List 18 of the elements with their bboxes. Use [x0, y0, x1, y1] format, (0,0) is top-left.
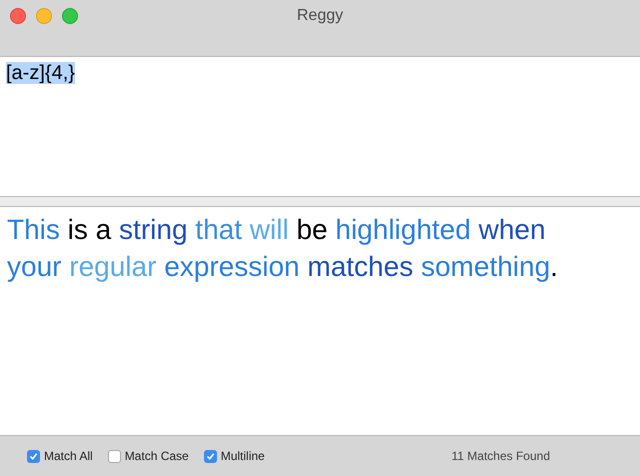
option-label: Match All [44, 448, 93, 465]
checkbox[interactable] [108, 450, 121, 462]
option-label: Multiline [220, 448, 265, 465]
match-count: 11 Matches Found [451, 448, 550, 465]
close-button[interactable] [10, 8, 26, 24]
window-title: Reggy [296, 6, 344, 26]
check-icon [206, 452, 215, 460]
pattern-text: [a-z]{4,} [6, 62, 75, 84]
checkbox[interactable] [204, 450, 217, 462]
checkbox[interactable] [27, 450, 40, 462]
zoom-button[interactable] [62, 8, 78, 24]
test-text-area[interactable]: This is a string that will be highlighted when your regular expression matches something. [0, 207, 640, 435]
minimize-button[interactable] [36, 8, 52, 24]
test-text: This is a string that will be highlighted when your regular expression matches something. [7, 213, 559, 284]
option-label: Match Case [124, 448, 189, 465]
check-icon [29, 452, 38, 460]
pattern-field[interactable]: [a-z]{4,} [0, 57, 640, 196]
splitter[interactable] [0, 196, 640, 207]
